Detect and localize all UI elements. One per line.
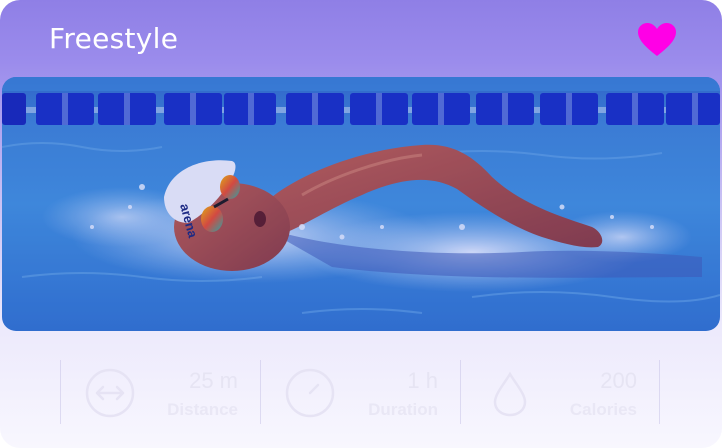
heart-icon bbox=[638, 23, 676, 56]
stat-value: 200 bbox=[600, 368, 637, 393]
swim-style-card[interactable]: Freestyle arena 25 m Distance 1 h Durati… bbox=[0, 0, 722, 448]
stat-value: 25 m bbox=[189, 368, 238, 393]
stat-label: Duration bbox=[368, 400, 438, 419]
distance-arrows-icon bbox=[85, 368, 135, 418]
swimmer-photo: arena bbox=[2, 77, 720, 331]
stat-calories: 200 Calories bbox=[460, 360, 660, 424]
water-drop-icon bbox=[493, 371, 527, 417]
workout-stats: 25 m Distance 1 h Duration 200 Calories bbox=[60, 360, 660, 424]
favorite-button[interactable] bbox=[636, 22, 678, 58]
clock-icon bbox=[285, 368, 335, 418]
card-title: Freestyle bbox=[49, 22, 179, 55]
stat-value: 1 h bbox=[407, 368, 438, 393]
card-header: Freestyle bbox=[0, 0, 722, 78]
stat-label: Calories bbox=[569, 400, 637, 419]
stat-duration: 1 h Duration bbox=[260, 360, 460, 424]
stat-distance: 25 m Distance bbox=[60, 360, 260, 424]
stat-label: Distance bbox=[167, 400, 238, 419]
